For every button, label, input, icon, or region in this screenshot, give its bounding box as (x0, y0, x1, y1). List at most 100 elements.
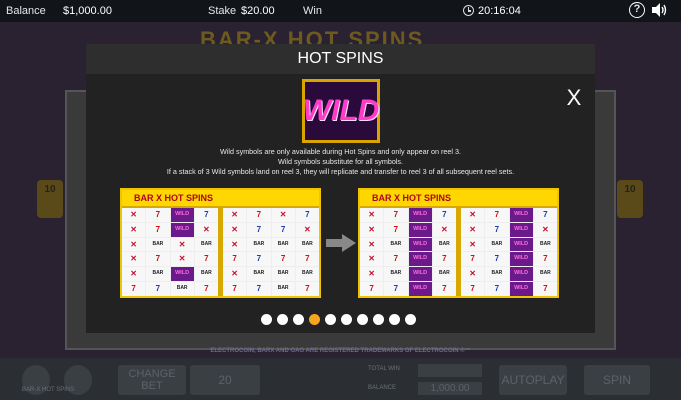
page-indicator (261, 314, 421, 326)
reel-symbol-7r: 7 (247, 208, 271, 222)
background-bottom-bar: BAR-X HOT SPINS CHANGE BET 20 TOTAL WIN … (0, 358, 681, 400)
help-icon[interactable]: ? (629, 2, 645, 18)
description: Wild symbols are only available during H… (86, 147, 595, 177)
reel-symbol-7r: 7 (432, 252, 456, 267)
reel-symbol-x: ✕ (271, 208, 295, 222)
page-dot[interactable] (341, 314, 352, 325)
reel-symbol-7b: 7 (485, 222, 509, 237)
game-name: BAR-X HOT SPINS (22, 387, 75, 393)
reel-symbol-7r: 7 (295, 252, 319, 267)
page-dot[interactable] (309, 314, 320, 325)
reel-symbol-bar: BAR (146, 267, 170, 282)
reel-symbol-wild: WILD (408, 237, 432, 252)
reel-symbol-x: ✕ (295, 222, 319, 237)
reel-symbol-x: ✕ (223, 237, 247, 252)
reel-symbol-wild: WILD (509, 252, 533, 267)
reel-symbol-x: ✕ (461, 267, 485, 282)
reel-symbol-wild: WILD (509, 282, 533, 296)
reel-symbol-x: ✕ (122, 208, 146, 222)
bet-value: 20 (190, 365, 260, 395)
reel-symbol-bar: BAR (485, 237, 509, 252)
reel-symbol-bar: BAR (533, 267, 557, 282)
reel-symbol-x: ✕ (360, 252, 384, 267)
page-dot[interactable] (389, 314, 400, 325)
trademark-text: ELECTROCOIN, BARX AND GAG ARE REGISTERED… (210, 348, 471, 354)
background-side-badge-left: 10 (37, 180, 63, 218)
reel-symbol-x: ✕ (122, 252, 146, 267)
reel-symbol-7b: 7 (533, 208, 557, 222)
autoplay-button[interactable]: AUTOPLAY (499, 365, 567, 395)
reel-symbol-x: ✕ (223, 222, 247, 237)
reel-symbol-7b: 7 (432, 208, 456, 222)
top-bar: Balance $1,000.00 Stake $20.00 Win 20:16… (0, 0, 681, 22)
reel-grid-before-left: ✕ 7 WILD 7 ✕ 7 WILD ✕ ✕ BAR ✕ BAR ✕ 7 ✕ 7 ✕ BAR WILD BAR 7 7 B… (122, 208, 218, 296)
reel-grid-after-right: ✕ 7 WILD 7 ✕ 7 WILD ✕ ✕ BAR WILD BAR 7 7 WILD 7 ✕ BAR WILD… (461, 208, 557, 296)
reel-symbol-x: ✕ (194, 222, 218, 237)
reel-symbol-7b: 7 (247, 252, 271, 267)
win-label: Win (303, 5, 322, 17)
page-dot[interactable] (405, 314, 416, 325)
reel-symbol-7b: 7 (295, 208, 319, 222)
total-win-field (418, 364, 482, 377)
reel-symbol-bar: BAR (384, 267, 408, 282)
wild-symbol-text: WILD (302, 94, 380, 127)
modal-title: HOT SPINS (86, 44, 595, 74)
reel-symbol-x: ✕ (122, 267, 146, 282)
sound-icon[interactable] (651, 3, 667, 17)
reel-grid-after-left: ✕ 7 WILD 7 ✕ 7 WILD ✕ ✕ BAR WILD BAR ✕ 7 WILD 7 ✕ BAR WILD… (360, 208, 456, 296)
reel-symbol-7r: 7 (223, 252, 247, 267)
panel-logo: BAR X HOT SPINS (122, 190, 319, 206)
arrow-right-icon (326, 234, 356, 252)
page-dot[interactable] (277, 314, 288, 325)
reel-symbol-x: ✕ (170, 252, 194, 267)
reel-symbol-7r: 7 (384, 222, 408, 237)
background-side-badge-right: 10 (617, 180, 643, 218)
page-dot[interactable] (261, 314, 272, 325)
page-dot[interactable] (325, 314, 336, 325)
reel-symbol-wild: WILD (509, 267, 533, 282)
reel-symbol-x: ✕ (223, 267, 247, 282)
reel-symbol-7r: 7 (485, 208, 509, 222)
reel-symbol-7b: 7 (194, 208, 218, 222)
reel-symbol-bar: BAR (295, 267, 319, 282)
reel-symbol-x: ✕ (122, 222, 146, 237)
reel-symbol-x: ✕ (461, 222, 485, 237)
reel-symbol-wild: WILD (170, 267, 194, 282)
balance-label: Balance (6, 5, 46, 17)
reel-symbol-x: ✕ (223, 208, 247, 222)
reel-symbol-bar: BAR (271, 237, 295, 252)
reel-symbol-bar: BAR (247, 267, 271, 282)
spin-button[interactable]: SPIN (584, 365, 650, 395)
balance-value: $1,000.00 (63, 5, 112, 17)
close-button[interactable]: X (560, 84, 588, 112)
reel-symbol-bar: BAR (432, 267, 456, 282)
balance-label-bottom: BALANCE (368, 385, 397, 391)
reel-symbol-7b: 7 (247, 222, 271, 237)
reel-symbol-x: ✕ (360, 208, 384, 222)
wild-symbol-image: WILD (302, 79, 380, 143)
page-dot[interactable] (373, 314, 384, 325)
reel-symbol-wild: WILD (509, 237, 533, 252)
example-before-panel: BAR X HOT SPINS ✕ 7 WILD 7 ✕ 7 WILD ✕ ✕ BAR ✕ BAR ✕ 7… (120, 188, 321, 298)
reel-symbol-wild: WILD (509, 208, 533, 222)
clock-icon (463, 5, 474, 16)
reel-symbol-7r: 7 (146, 252, 170, 267)
reel-symbol-wild: WILD (408, 282, 432, 296)
reel-symbol-bar: BAR (170, 282, 194, 296)
reel-symbol-7r: 7 (194, 282, 218, 296)
reel-symbol-7r: 7 (122, 282, 146, 296)
reel-symbol-7b: 7 (271, 222, 295, 237)
reel-grid-before-right: ✕ 7 ✕ 7 ✕ 7 7 ✕ ✕ BAR BAR BAR 7 7 7 7 ✕ BAR BAR BAR 7 7 BAR 7 (223, 208, 319, 296)
reel-symbol-bar: BAR (271, 282, 295, 296)
stake-value: $20.00 (241, 5, 275, 17)
example-after-panel: BAR X HOT SPINS ✕ 7 WILD 7 ✕ 7 WILD ✕ ✕ BAR WILD BA… (358, 188, 559, 298)
reel-symbol-x: ✕ (360, 222, 384, 237)
change-bet-button[interactable]: CHANGE BET (118, 365, 186, 395)
page-dot[interactable] (357, 314, 368, 325)
page-dot[interactable] (293, 314, 304, 325)
reel-symbol-7b: 7 (146, 282, 170, 296)
reel-symbol-7r: 7 (146, 208, 170, 222)
reel-symbol-7r: 7 (295, 282, 319, 296)
reel-symbol-x: ✕ (360, 237, 384, 252)
reel-symbol-7b: 7 (384, 282, 408, 296)
